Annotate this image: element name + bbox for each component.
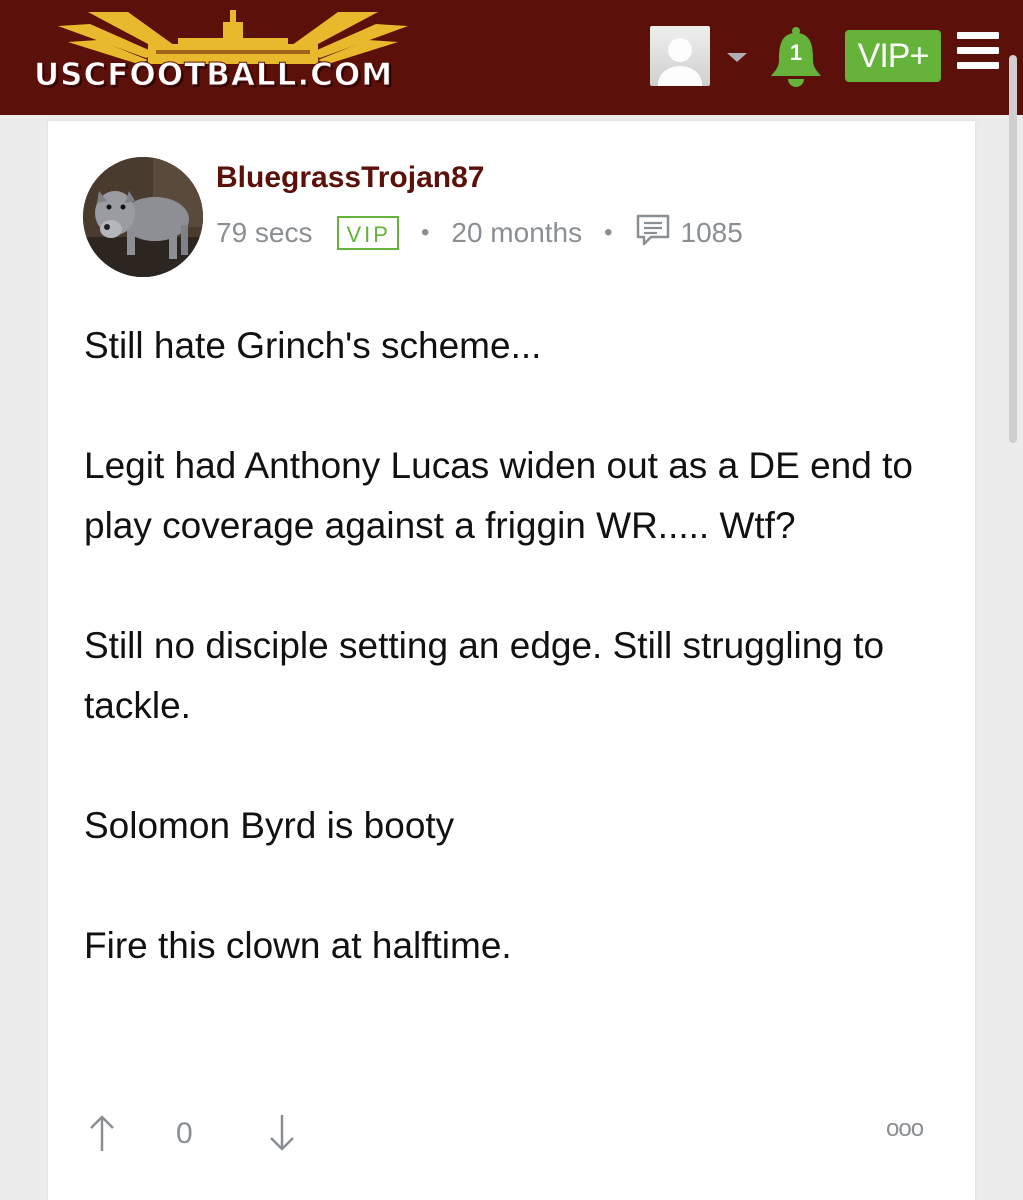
forum-post: BluegrassTrojan87 79 secs VIP • 20 month…	[48, 121, 975, 1200]
vip-plus-button[interactable]: VIP+	[845, 30, 941, 82]
downvote-arrow-icon[interactable]	[268, 1113, 296, 1158]
post-paragraph: Still hate Grinch's scheme...	[84, 325, 542, 366]
hamburger-menu-icon[interactable]	[957, 32, 999, 70]
post-time: 79 secs	[216, 217, 313, 248]
caret-down-icon[interactable]	[727, 53, 747, 62]
member-duration: 20 months	[451, 217, 583, 248]
meta-separator: •	[604, 219, 613, 246]
upvote-arrow-icon[interactable]	[88, 1113, 116, 1158]
site-logo[interactable]: USCFOOTBALL.COM	[28, 8, 438, 100]
post-meta: 79 secs VIP • 20 months • 1085	[216, 213, 743, 253]
post-body: Still hate Grinch's scheme... Legit had …	[84, 316, 944, 1036]
vip-badge: VIP	[336, 216, 399, 250]
poster-username[interactable]: BluegrassTrojan87	[216, 161, 484, 195]
post-paragraph: Legit had Anthony Lucas widen out as a D…	[84, 445, 913, 546]
meta-separator: •	[420, 219, 430, 246]
vote-score: 0	[176, 1117, 193, 1150]
post-paragraph: Still no disciple setting an edge. Still…	[84, 625, 885, 726]
user-avatar[interactable]	[650, 26, 710, 86]
user-placeholder-icon	[658, 38, 702, 86]
poster-avatar[interactable]	[83, 157, 203, 277]
logo-text: USCFOOTBALL.COM	[34, 57, 394, 93]
notification-count: 1	[789, 40, 803, 65]
post-paragraph: Solomon Byrd is booty	[84, 805, 455, 846]
site-header: USCFOOTBALL.COM 1 VIP+	[0, 0, 1023, 115]
comment-icon	[635, 213, 671, 254]
dog-photo-avatar	[83, 157, 203, 277]
post-count: 1085	[680, 217, 743, 248]
post-paragraph: Fire this clown at halftime.	[84, 925, 512, 966]
page-scrollbar[interactable]	[1009, 55, 1017, 443]
more-options-icon[interactable]: ooo	[886, 1115, 924, 1143]
notifications-button[interactable]: 1	[767, 26, 825, 88]
post-actions: 0 ooo	[84, 1109, 944, 1159]
